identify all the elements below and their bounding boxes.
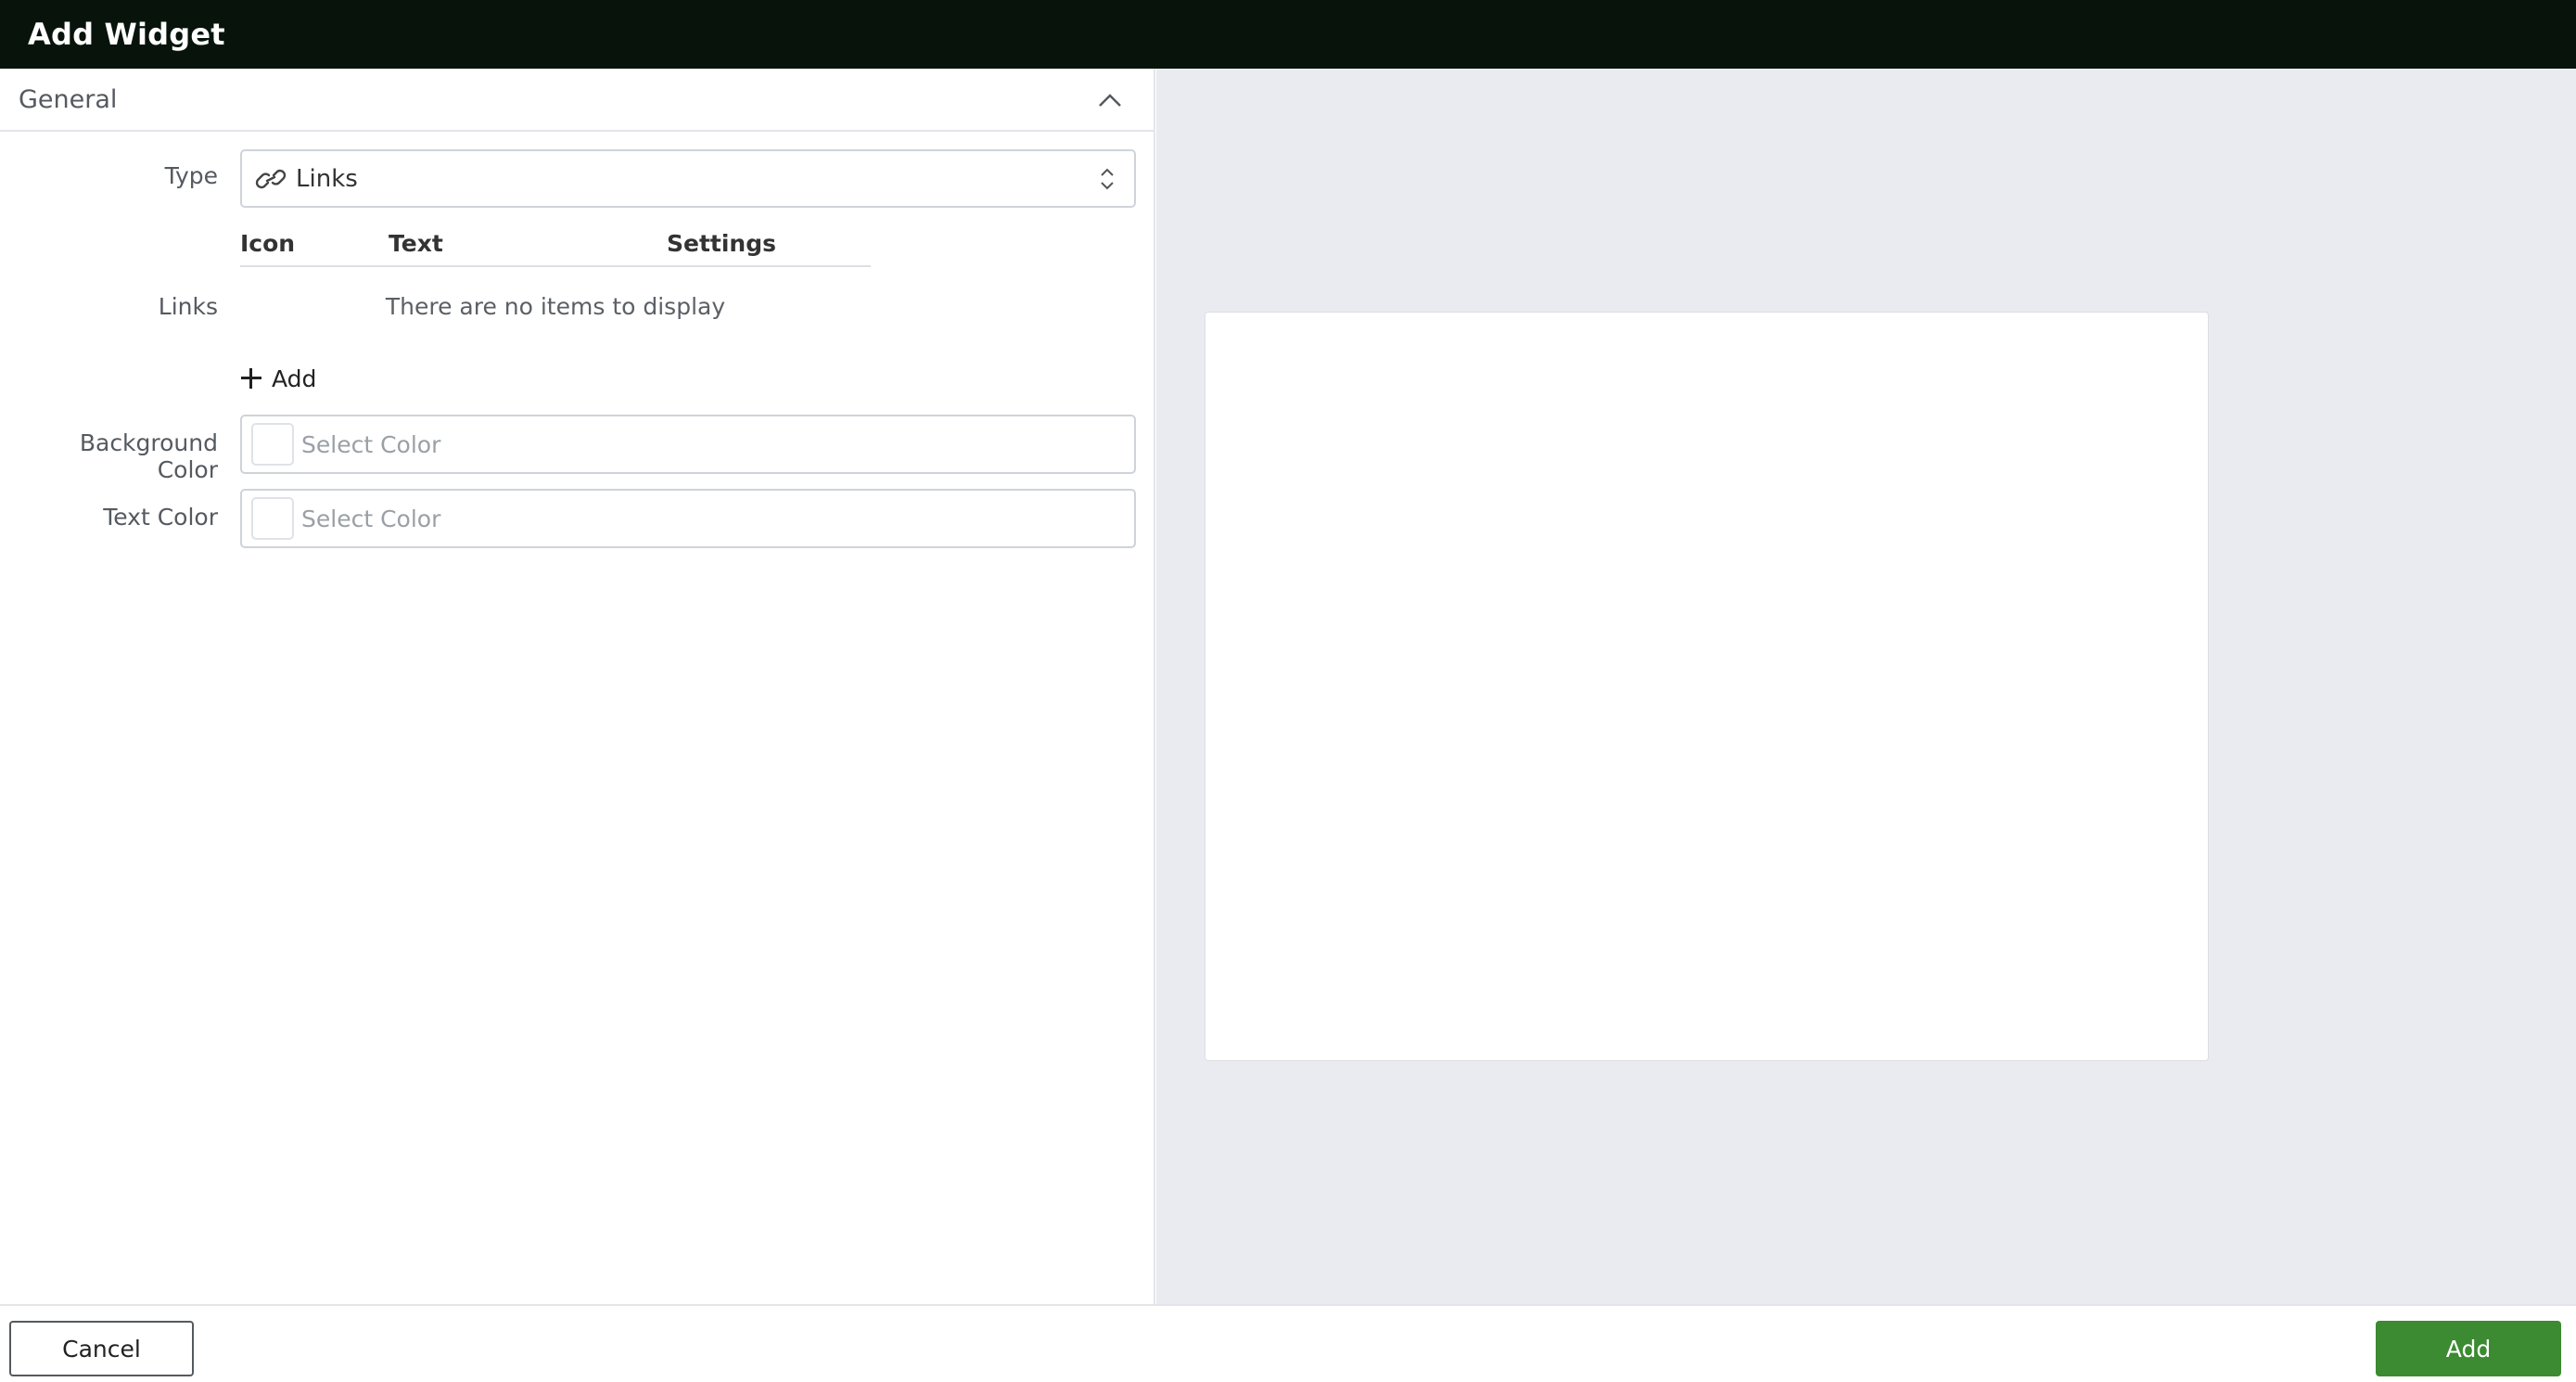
dialog-footer: Cancel Add xyxy=(0,1304,2576,1382)
select-arrows-icon xyxy=(1099,164,1116,194)
window-title: Add Widget xyxy=(28,17,225,52)
cancel-button[interactable]: Cancel xyxy=(9,1321,194,1376)
add-link-button[interactable]: Add xyxy=(240,360,316,397)
title-bar: Add Widget xyxy=(0,0,2576,69)
text-color-placeholder: Select Color xyxy=(301,505,441,532)
chevron-up-icon[interactable] xyxy=(1098,89,1122,111)
text-color-picker[interactable]: Select Color xyxy=(240,489,1136,548)
column-header-settings: Settings xyxy=(667,230,777,257)
column-header-icon: Icon xyxy=(240,230,296,257)
background-color-swatch[interactable] xyxy=(251,423,294,466)
background-color-placeholder: Select Color xyxy=(301,430,441,458)
links-table: Icon Text Settings xyxy=(240,230,871,267)
text-color-label: Text Color xyxy=(103,504,218,531)
background-color-picker[interactable]: Select Color xyxy=(240,415,1136,474)
type-select-value: Links xyxy=(296,164,358,193)
type-label: Type xyxy=(164,162,218,189)
links-label: Links xyxy=(158,293,218,320)
section-title: General xyxy=(19,84,118,114)
links-table-header: Icon Text Settings xyxy=(240,230,871,267)
widget-preview-area xyxy=(1156,69,2576,1304)
plus-icon xyxy=(240,367,262,390)
link-icon xyxy=(255,165,287,193)
text-color-swatch[interactable] xyxy=(251,497,294,540)
add-button[interactable]: Add xyxy=(2376,1321,2561,1376)
background-color-label: Background Color xyxy=(79,429,218,483)
type-select[interactable]: Links xyxy=(240,149,1136,208)
column-header-text: Text xyxy=(389,230,443,257)
empty-table-message: There are no items to display xyxy=(385,293,726,320)
settings-panel: General Type Links Links Icon Text Setti… xyxy=(0,69,1155,1304)
section-header-general[interactable]: General xyxy=(0,69,1154,132)
widget-preview-card xyxy=(1205,312,2209,1061)
add-link-label: Add xyxy=(272,365,317,392)
